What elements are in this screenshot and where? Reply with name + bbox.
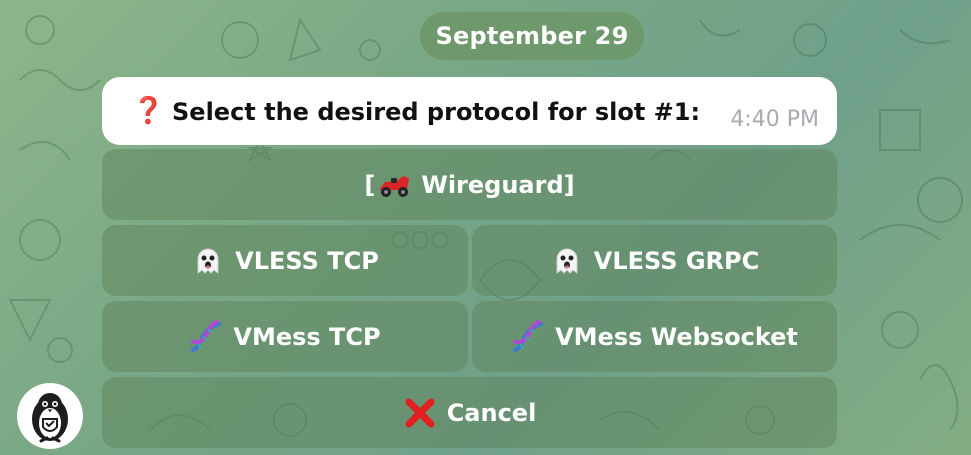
vmess-websocket-button[interactable]: VMess Websocket <box>472 301 837 372</box>
bot-avatar[interactable] <box>17 383 83 449</box>
message-timestamp: 4:40 PM <box>730 107 819 132</box>
race-car-icon <box>377 168 411 202</box>
cancel-button[interactable]: Cancel <box>102 377 837 448</box>
red-question-mark-icon: ❓ <box>132 96 165 126</box>
message-text: Select the desired protocol for slot #1: <box>172 98 701 126</box>
ghost-icon <box>191 244 225 278</box>
vless-grpc-label: VLESS GRPC <box>593 246 760 275</box>
vmess-tcp-label: VMess TCP <box>233 322 381 351</box>
wireguard-prefix: [ <box>364 170 376 199</box>
cancel-label: Cancel <box>446 398 537 427</box>
date-separator: September 29 <box>420 12 644 60</box>
vless-grpc-button[interactable]: VLESS GRPC <box>472 225 837 296</box>
dna-icon <box>189 319 223 354</box>
red-cross-icon <box>403 396 437 430</box>
bot-message-bubble: ❓ Select the desired protocol for slot #… <box>102 77 837 145</box>
date-label: September 29 <box>435 22 629 50</box>
vmess-websocket-label: VMess Websocket <box>555 322 798 351</box>
vmess-tcp-button[interactable]: VMess TCP <box>102 301 468 372</box>
vless-tcp-label: VLESS TCP <box>235 246 379 275</box>
wireguard-button[interactable]: [ Wireguard] <box>102 149 837 220</box>
dna-icon <box>511 319 545 354</box>
vless-tcp-button[interactable]: VLESS TCP <box>102 225 468 296</box>
wireguard-label: Wireguard] <box>421 170 575 199</box>
penguin-shield-icon <box>32 393 68 443</box>
ghost-icon <box>550 244 584 278</box>
